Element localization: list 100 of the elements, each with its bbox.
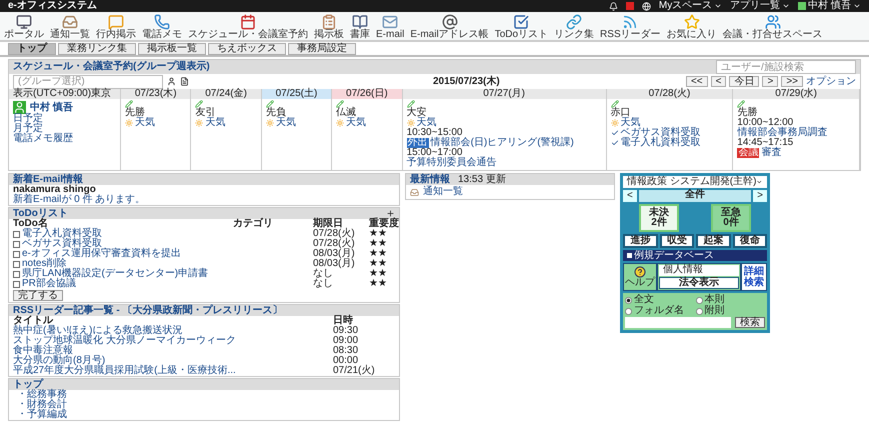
tab[interactable]: 事務局設定	[288, 43, 356, 55]
tray-button[interactable]: 未決 2件	[639, 204, 679, 232]
tab[interactable]: 掲示板一覧	[138, 43, 206, 55]
toolbar-button[interactable]: 会議・打合せスペース	[722, 14, 823, 40]
pencil-icon[interactable]	[336, 100, 344, 108]
complete-button[interactable]: 完了する	[13, 290, 63, 301]
tab[interactable]: トップ	[8, 43, 56, 55]
pencil-icon[interactable]	[266, 100, 274, 108]
toolbar-button[interactable]: E-mailアドレス帳	[410, 14, 489, 40]
prev-button[interactable]: <	[623, 190, 637, 202]
nav-button[interactable]: 今日	[729, 76, 760, 87]
todo-link[interactable]: PR部会協議	[22, 279, 76, 289]
menu-link[interactable]: ・総務事務	[9, 390, 399, 400]
add-icon[interactable]	[386, 209, 395, 218]
toolbar-button[interactable]: リンク集	[554, 14, 594, 40]
toolbar-button[interactable]: 電話メモ	[142, 14, 182, 40]
search-field[interactable]	[625, 317, 731, 328]
search-button[interactable]: 検索	[735, 317, 765, 328]
tab[interactable]: 業務リンク集	[58, 43, 136, 55]
caret-icon[interactable]	[756, 178, 763, 186]
toolbar-button[interactable]: スケジュール・会議室予約	[188, 14, 308, 40]
next-button[interactable]: >	[753, 190, 767, 202]
caret-icon[interactable]	[714, 2, 722, 10]
toolbar-button[interactable]: 通知一覧	[50, 14, 90, 40]
weather-link[interactable]: 天気	[620, 118, 641, 128]
weather-link[interactable]: 天気	[205, 118, 226, 128]
todo-link[interactable]: 県庁LAN機器設定(データセンター)申請書	[22, 269, 208, 279]
todo-link[interactable]: notes削除	[22, 259, 66, 269]
event-entry[interactable]: 情報部会(日)ヒアリング(警視課)	[430, 138, 574, 148]
radio-button[interactable]	[625, 296, 632, 304]
radio-button[interactable]	[696, 308, 702, 314]
article-link[interactable]: 大分県の動向(8月号)	[13, 356, 333, 366]
toolbar-button[interactable]: ToDoリスト	[494, 14, 548, 40]
weather-link[interactable]: 天気	[346, 118, 366, 128]
option-link[interactable]: オプション	[806, 76, 856, 87]
action-button[interactable]: 進捗	[623, 234, 658, 248]
category-select[interactable]: 個人情報	[659, 265, 739, 276]
todo-entry[interactable]: ベガサス資料受取	[620, 128, 701, 138]
article-link[interactable]: ストップ地球温暖化 大分県ノーマイカーウィーク	[13, 336, 333, 346]
pencil-icon[interactable]	[195, 100, 204, 108]
pencil-icon[interactable]	[406, 100, 415, 108]
user-name[interactable]: 中村 慎吾	[30, 102, 73, 112]
alert-icon[interactable]	[626, 2, 634, 10]
event-entry[interactable]: 予算特別委員会通告	[406, 158, 497, 168]
caret-icon[interactable]	[853, 2, 861, 10]
event-entry[interactable]: 情報部会事務局調査	[737, 128, 828, 138]
checkbox[interactable]	[13, 230, 20, 238]
notice-link[interactable]: 通知一覧	[423, 187, 463, 197]
group-field[interactable]: (グループ選択)	[13, 74, 163, 88]
menu-button[interactable]: Myスペース	[658, 1, 712, 11]
user-link[interactable]: 月予定	[13, 124, 116, 134]
menu-link[interactable]: ・予算編成	[9, 410, 399, 420]
nav-button[interactable]: <	[710, 76, 726, 87]
radio-button[interactable]	[625, 308, 632, 314]
caret-icon[interactable]	[782, 2, 790, 10]
weather-link[interactable]: 天気	[416, 118, 437, 128]
tab[interactable]: ちえボックス	[208, 43, 286, 55]
nav-button[interactable]: <<	[686, 76, 708, 87]
person-icon[interactable]	[167, 77, 176, 86]
bell-icon[interactable]	[608, 2, 618, 10]
checkbox[interactable]	[13, 250, 20, 258]
event-entry[interactable]: 審査	[761, 148, 782, 158]
toolbar-button[interactable]: RSSリーダー	[600, 14, 661, 40]
document-icon[interactable]	[180, 77, 189, 86]
radio-button[interactable]	[696, 296, 702, 304]
toolbar-button[interactable]: E-mail	[376, 14, 404, 40]
weather-link[interactable]: 天気	[276, 118, 296, 128]
article-link[interactable]: 平成27年度大分県職員採用試験(上級・医療技術...	[13, 366, 333, 376]
todo-link[interactable]: e-オフィス運用保守審査資料を提出	[22, 249, 181, 259]
action-button[interactable]: 収受	[660, 234, 694, 248]
toolbar-button[interactable]: ポータル	[4, 14, 44, 40]
nav-button[interactable]: >>	[781, 76, 803, 87]
toolbar-button[interactable]: 行内掲示	[96, 14, 136, 40]
checkbox[interactable]	[13, 240, 20, 248]
globe-icon[interactable]	[642, 2, 651, 10]
menu-button[interactable]: 中村 慎吾	[808, 1, 851, 11]
nav-button[interactable]: >	[762, 76, 778, 87]
action-button[interactable]: 復命	[732, 234, 767, 248]
pencil-icon[interactable]	[125, 100, 133, 108]
article-link[interactable]: 熱中症(暑い!ほえ)による救急搬送状況	[13, 326, 333, 336]
checkbox[interactable]	[13, 270, 20, 278]
toolbar-button[interactable]: 書庫	[350, 14, 370, 40]
todo-entry[interactable]: 電子入札資料受取	[620, 138, 701, 148]
menu-link[interactable]: ・財務会計	[9, 400, 399, 410]
user-link[interactable]: 電話メモ履歴	[13, 134, 116, 144]
toolbar-button[interactable]: 掲示板	[314, 14, 344, 40]
pencil-icon[interactable]	[610, 100, 619, 108]
help-button[interactable]: ヘルプ	[624, 264, 656, 290]
article-link[interactable]: 食中毒注意報	[13, 346, 333, 356]
todo-link[interactable]: ベガサス資料受取	[22, 239, 102, 249]
checkbox[interactable]	[13, 260, 20, 268]
weather-link[interactable]: 天気	[135, 118, 155, 128]
action-button[interactable]: 起案	[696, 234, 730, 248]
pencil-icon[interactable]	[737, 100, 746, 108]
detail-search-button[interactable]: 詳細検索	[742, 264, 766, 290]
tray-button[interactable]: 至急 0件	[711, 204, 751, 232]
todo-link[interactable]: 電子入札資料受取	[22, 229, 102, 239]
toolbar-button[interactable]: お気に入り	[666, 14, 717, 40]
checkbox[interactable]	[13, 280, 20, 288]
show-button[interactable]: 法令表示	[659, 277, 739, 289]
